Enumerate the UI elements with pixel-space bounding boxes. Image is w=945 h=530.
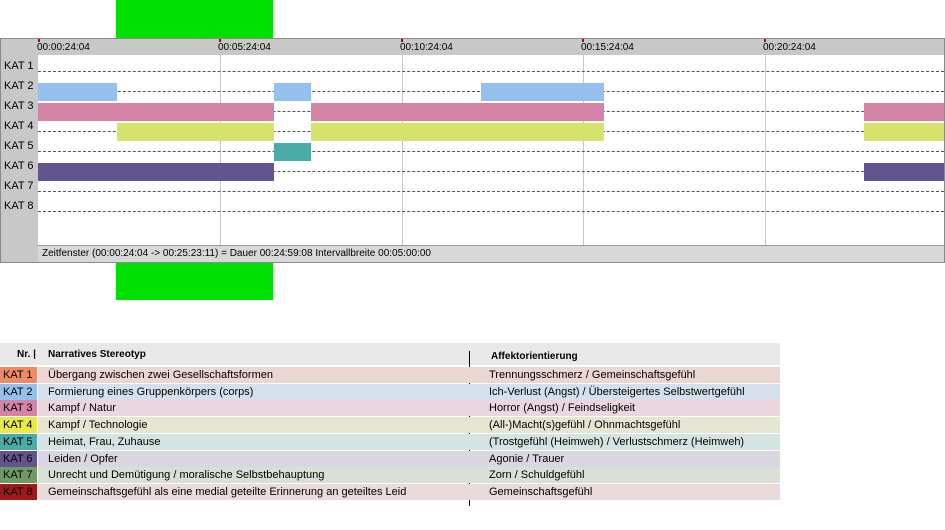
legend-kat-badge: KAT 4 [0, 417, 37, 434]
segment-kat-2[interactable] [38, 83, 117, 101]
status-bar: Zeitfenster (00:00:24:04 -> 00:25:23:11)… [38, 245, 944, 262]
legend-affect: (Trostgefühl (Heimweh) / Verlustschmerz … [489, 435, 745, 448]
legend-kat-badge: KAT 8 [0, 483, 37, 500]
tick-label: 00:20:24:04 [763, 42, 816, 53]
row-label-kat-8: KAT 8 [4, 200, 34, 212]
legend-row: KAT 6 Leiden / Opfer Agonie / Trauer [0, 450, 780, 467]
legend-row: KAT 1 Übergang zwischen zwei Gesellschaft… [0, 367, 780, 383]
legend-narrative: Übergang zwischen zwei Gesellschaftsform… [48, 369, 273, 381]
legend-kat-badge: KAT 2 [0, 383, 37, 400]
legend-affect: (All-)Macht(s)gefühl / Ohnmachtsgefühl [489, 419, 681, 432]
row-separator [38, 211, 944, 212]
legend-kat-badge: KAT 6 [0, 450, 37, 467]
segment-kat-6[interactable] [864, 163, 944, 181]
tick-label: 00:00:24:04 [37, 42, 90, 53]
row-label-kat-2: KAT 2 [4, 80, 34, 92]
legend-affect: Ich-Verlust (Angst) / Übersteigertes Sel… [489, 385, 745, 398]
legend-row: KAT 8 Gemeinschaftsgefühl als eine medial… [0, 483, 780, 500]
header-affect: Affektorientierung [491, 351, 578, 362]
legend-affect: Horror (Angst) / Feindseligkeit [489, 402, 636, 415]
legend-row: KAT 7 Unrecht und Demütigung / moralische… [0, 467, 780, 484]
legend-row: KAT 4 Kampf / Technologie (All-)Macht(s)ge… [0, 417, 780, 434]
row-separator [38, 191, 944, 192]
legend-kat-badge: KAT 7 [0, 467, 37, 484]
interval-line [220, 55, 221, 245]
tick-label: 00:15:24:04 [581, 42, 634, 53]
row-label-kat-6: KAT 6 [4, 160, 34, 172]
legend-row-band [38, 400, 780, 417]
segment-kat-3[interactable] [38, 103, 274, 121]
legend-narrative: Gemeinschaftsgefühl als eine medial gete… [48, 485, 407, 498]
row-label-kat-1: KAT 1 [4, 60, 34, 72]
legend-row: KAT 2 Formierung eines Gruppenkörpers (co… [0, 383, 780, 400]
legend-narrative: Formierung eines Gruppenkörpers (corps) [48, 385, 254, 398]
segment-kat-2[interactable] [481, 83, 604, 101]
selection-marker-top [116, 0, 273, 38]
legend-narrative: Unrecht und Demütigung / moralische Selb… [48, 469, 325, 482]
legend-kat-badge: KAT 3 [0, 400, 37, 417]
row-label-kat-7: KAT 7 [4, 180, 34, 192]
header-narrative: Narratives Stereotyp [48, 349, 146, 360]
legend-row: KAT 5 Heimat, Frau, Zuhause (Trostgefühl (… [0, 433, 780, 450]
legend-affect: Agonie / Trauer [489, 452, 565, 465]
legend-affect: Trennungsschmerz / Gemeinschaftsgefühl [489, 369, 696, 381]
legend-row: KAT 3 Kampf / Natur Horror (Angst) / Feind… [0, 400, 780, 417]
segment-kat-3[interactable] [864, 103, 944, 121]
tick-label: 00:10:24:04 [400, 42, 453, 53]
legend-narrative: Kampf / Natur [48, 402, 116, 415]
row-label-kat-4: KAT 4 [4, 120, 34, 132]
legend-kat-badge: KAT 5 [0, 433, 37, 450]
legend-table: Nr. | Narratives Stereotyp Affektorienti… [0, 343, 780, 508]
segment-kat-2[interactable] [274, 83, 311, 101]
segment-kat-6[interactable] [38, 163, 274, 181]
row-label-kat-5: KAT 5 [4, 140, 34, 152]
legend-affect: Gemeinschaftsgefühl [489, 485, 593, 498]
segment-kat-4[interactable] [864, 123, 944, 141]
row-separator [38, 71, 944, 72]
segment-kat-4[interactable] [117, 123, 274, 141]
interval-line [402, 55, 403, 245]
legend-affect: Zorn / Schuldgefühl [489, 469, 585, 482]
legend-row-band [38, 450, 780, 467]
legend-narrative: Leiden / Opfer [48, 452, 118, 465]
legend-header: Nr. | Narratives Stereotyp Affektorienti… [0, 343, 780, 365]
legend-narrative: Heimat, Frau, Zuhause [48, 435, 161, 448]
legend-narrative: Kampf / Technologie [48, 419, 148, 432]
interval-line [765, 55, 766, 245]
row-label-kat-3: KAT 3 [4, 100, 34, 112]
segment-kat-4[interactable] [311, 123, 604, 141]
selection-marker-bottom [116, 263, 273, 300]
row-separator [38, 151, 944, 152]
segment-kat-3[interactable] [311, 103, 604, 121]
segment-kat-5[interactable] [274, 143, 311, 161]
header-nr: Nr. | [17, 349, 36, 360]
timeline-panel: 00:00:24:04 00:05:24:04 00:10:24:04 00:1… [0, 38, 945, 263]
legend-kat-badge: KAT 1 [0, 367, 37, 383]
tick-label: 00:05:24:04 [218, 42, 271, 53]
